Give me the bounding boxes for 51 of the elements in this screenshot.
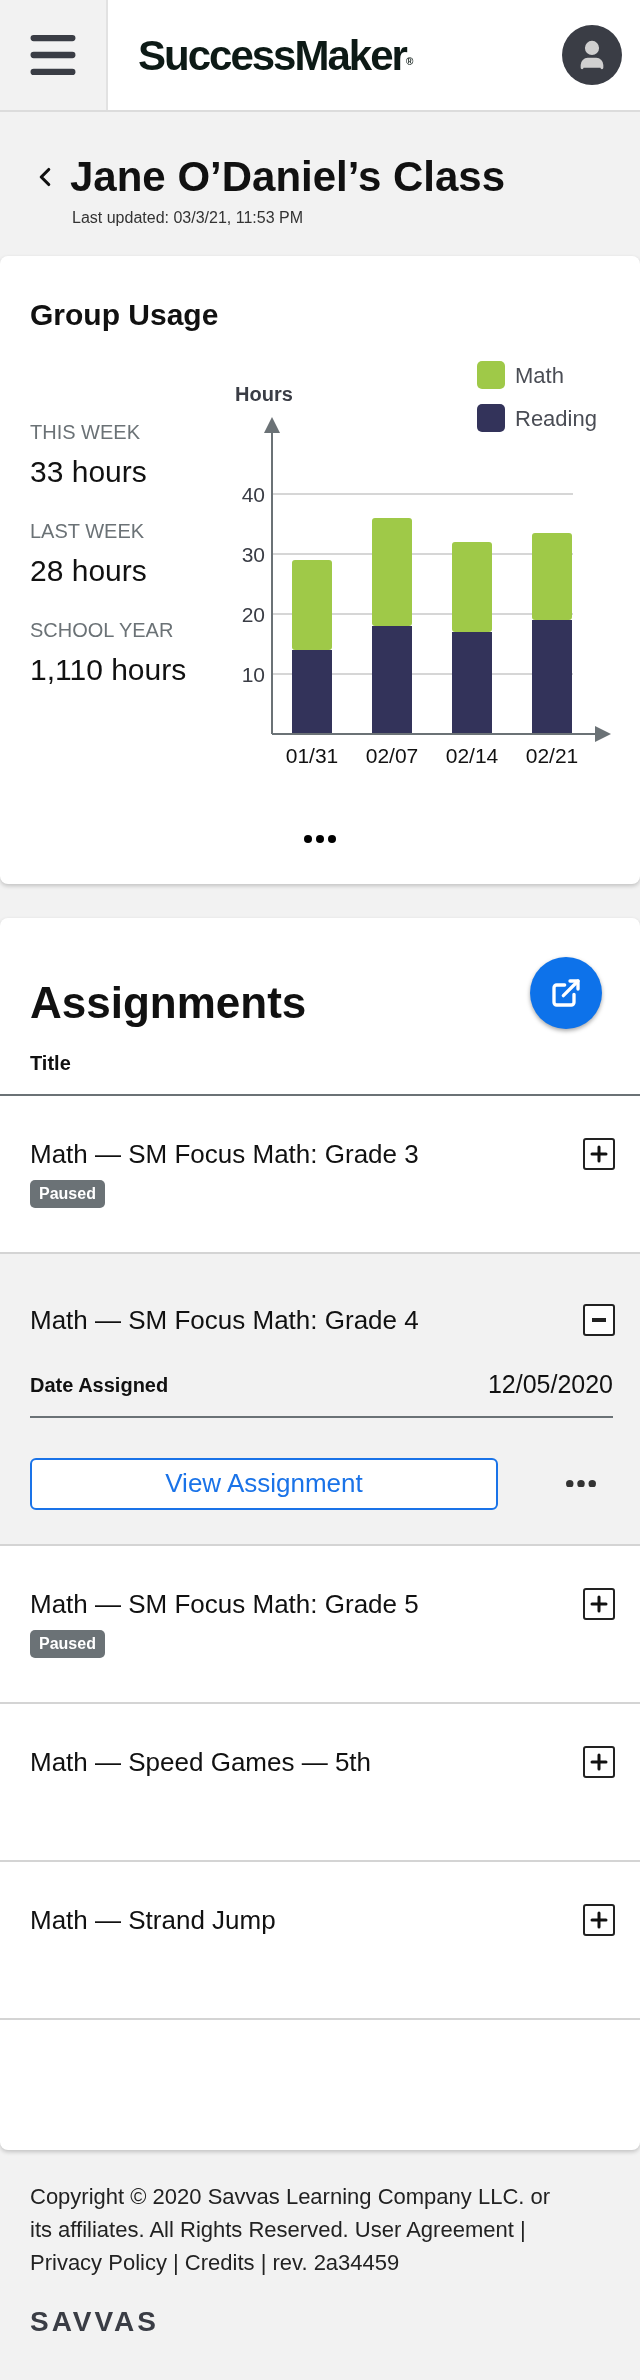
assignment-title: Math — SM Focus Math: Grade 5 — [30, 1587, 419, 1621]
legend-label: Reading — [515, 406, 597, 431]
export-button[interactable] — [530, 957, 602, 1029]
page-title: Jane O’Daniel’s Class — [70, 152, 505, 202]
app-logo: SuccessMaker$^{®}$ — [138, 30, 412, 81]
stat-value: 33 hours — [30, 454, 148, 490]
stat-label: THIS WEEK — [30, 420, 141, 445]
assignment-row[interactable]: Math — SM Focus Math: Grade 3 Paused — [0, 1096, 640, 1254]
status-badge: Paused — [30, 1180, 105, 1208]
category-label: 02/07 — [365, 744, 419, 767]
tick-label: 20 — [241, 603, 265, 626]
tick-label: 40 — [241, 483, 265, 506]
expand-button[interactable] — [583, 1587, 615, 1620]
card-title: Group Usage — [30, 297, 220, 333]
status-badge: Paused — [30, 1629, 105, 1658]
avatar-button[interactable] — [562, 25, 622, 85]
stat-value: 1,110 hours — [30, 652, 188, 688]
assignment-title: Math — SM Focus Math: Grade 4 — [30, 1304, 419, 1337]
assignment-row[interactable]: Math — SM Focus Math: Grade 4 Date Assigned 12/05/2020 View Assignment — [0, 1254, 640, 1546]
column-header: Title — [30, 1052, 71, 1074]
stat-value: 28 hours — [30, 553, 148, 589]
assignment-title: Math — Speed Games — 5th — [30, 1745, 372, 1779]
assignment-title: Math — Strand Jump — [30, 1903, 276, 1937]
detail-label: Date Assigned — [30, 1372, 169, 1398]
tick-label: 30 — [241, 543, 265, 566]
assignment-row[interactable]: Math — Speed Games — 5th — [0, 1703, 640, 1862]
stat-label: LAST WEEK — [30, 519, 146, 544]
minus-icon — [592, 1318, 606, 1322]
more-icon — [304, 835, 336, 843]
legend-label: Math — [515, 363, 564, 388]
section-title: Assignments — [30, 977, 307, 1029]
assignment-title: Math — SM Focus Math: Grade 3 — [30, 1138, 419, 1171]
category-label: 01/31 — [285, 744, 339, 767]
view-assignment-button[interactable]: View Assignment — [30, 1457, 498, 1510]
axis-title: Hours — [235, 383, 293, 405]
expand-button[interactable] — [583, 1903, 615, 1936]
expand-button[interactable] — [583, 1138, 615, 1170]
expand-button[interactable] — [583, 1745, 615, 1778]
brand-logo: SAVVAS — [30, 2305, 159, 2339]
external-link-icon — [550, 977, 582, 1009]
collapse-button[interactable] — [583, 1304, 615, 1336]
more-icon — [566, 1479, 596, 1488]
stat-label: SCHOOL YEAR — [30, 618, 175, 643]
category-label: 02/21 — [525, 744, 579, 767]
category-label: 02/14 — [445, 744, 499, 767]
assignment-row[interactable]: Math — SM Focus Math: Grade 5 Paused — [0, 1545, 640, 1704]
copyright-text: Copyright © 2020 Savvas Learning Company LLC. or its affiliates. All Rights Reserved. User Agreement | Privacy Policy | Credits | rev. 2a34459 — [30, 2183, 552, 2277]
last-updated: Last updated: 03/3/21, 11:53 PM — [71, 208, 304, 228]
detail-value: 12/05/2020 — [487, 1369, 613, 1400]
tick-label: 10 — [241, 663, 265, 686]
assignment-row[interactable]: Math — Strand Jump — [0, 1861, 640, 2020]
